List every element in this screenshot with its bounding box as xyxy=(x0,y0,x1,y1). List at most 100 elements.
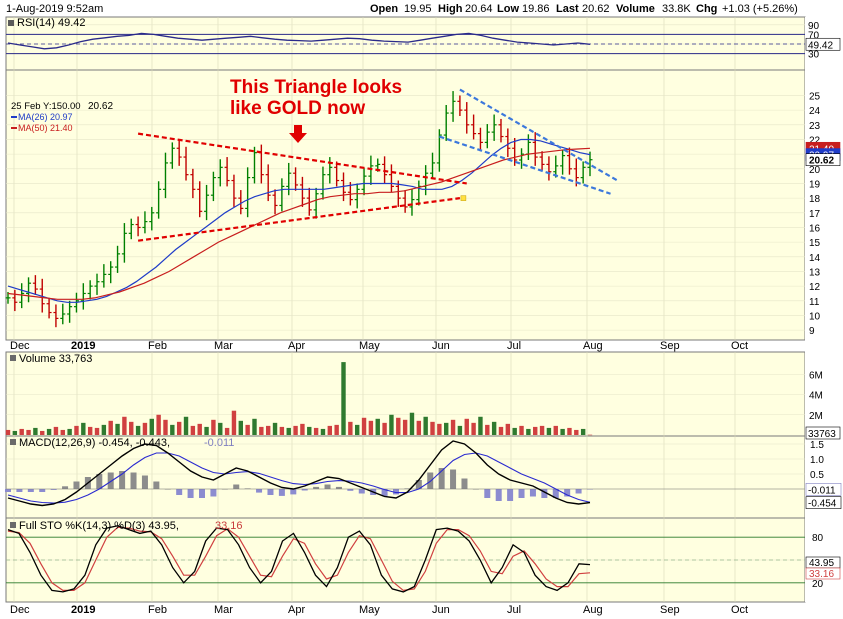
bottom-month-label: Dec xyxy=(10,604,30,616)
price-tick-label: 13 xyxy=(809,267,821,278)
stock-chart: 1-Aug-2019 9:52am Open 19.95 High 20.64 … xyxy=(5,3,842,616)
sto-legend-text: Full STO %K(14,3) %D(3) 43.95, xyxy=(19,520,179,532)
price-month-label: Aug xyxy=(583,340,603,352)
volume-bar xyxy=(224,427,230,435)
volume-bar xyxy=(567,427,572,435)
macd-histogram-bar xyxy=(153,481,160,489)
bottom-month-label: Jul xyxy=(507,604,521,616)
price-month-label: Apr xyxy=(288,340,305,352)
volume-bar xyxy=(190,425,196,435)
macd-right-tag: -0.011 xyxy=(808,485,836,496)
volume-bar xyxy=(218,422,223,435)
header-open-label: Open xyxy=(370,3,398,15)
volume-bar xyxy=(211,419,216,435)
price-tick-label: 23 xyxy=(809,121,821,132)
volume-legend-text: Volume 33,763 xyxy=(19,353,92,365)
price-month-label: 2019 xyxy=(71,340,95,352)
price-tick-label: 16 xyxy=(809,223,821,234)
bottom-month-label: Apr xyxy=(288,604,305,616)
volume-bar xyxy=(26,429,31,435)
macd-histogram-bar xyxy=(62,486,69,489)
volume-bar xyxy=(74,425,79,435)
volume-bar xyxy=(526,428,531,435)
macd-histogram-bar xyxy=(529,489,536,497)
price-tick-label: 10 xyxy=(809,311,821,322)
volume-bar xyxy=(245,424,250,435)
volume-bar xyxy=(485,424,490,435)
volume-bar xyxy=(402,419,408,435)
volume-bar xyxy=(471,422,476,435)
volume-bar xyxy=(142,422,148,435)
volume-bar xyxy=(355,424,360,435)
macd-histogram-bar xyxy=(518,489,525,498)
volume-bar xyxy=(478,416,483,435)
price-tick-label: 24 xyxy=(809,106,821,117)
bottom-month-label: Mar xyxy=(214,604,233,616)
volume-bar xyxy=(430,421,435,435)
volume-bar xyxy=(313,427,319,435)
macd-right-tag: -0.454 xyxy=(808,499,837,510)
volume-bar xyxy=(60,429,65,435)
volume-bar xyxy=(307,426,312,435)
volume-bar xyxy=(368,420,374,435)
header-last-value: 20.62 xyxy=(582,3,610,15)
volume-bar xyxy=(491,421,497,435)
volume-bar xyxy=(46,428,52,435)
price-right-tag: 20.62 xyxy=(809,156,834,167)
price-tick-label: 11 xyxy=(809,297,820,308)
volume-bar xyxy=(587,434,593,436)
volume-bar xyxy=(416,420,422,435)
macd-histogram-bar xyxy=(176,489,183,495)
header-low-label: Low xyxy=(497,3,519,15)
volume-bar xyxy=(389,414,394,435)
volume-bar xyxy=(156,414,161,435)
bottom-month-label: 2019 xyxy=(71,604,95,616)
annotation-line1: This Triangle looks xyxy=(230,77,402,98)
volume-tick-label: 2M xyxy=(809,411,823,422)
header-high-label: High xyxy=(438,3,463,15)
ma26-legend: MA(26) 20.97 xyxy=(18,112,73,122)
header-last-label: Last xyxy=(556,3,579,15)
macd-histogram-bar xyxy=(187,489,194,498)
volume-bar xyxy=(286,427,291,435)
volume-bar xyxy=(334,424,339,435)
volume-bar xyxy=(375,418,380,435)
volume-tick-label: 6M xyxy=(809,370,823,381)
macd-legend-text: MACD(12,26,9) -0.454, -0.443, xyxy=(19,437,170,449)
volume-bar xyxy=(163,419,168,435)
macd-tick-label: 1.0 xyxy=(810,455,824,466)
bottom-month-label: Jun xyxy=(432,604,450,616)
price-legend-last: 20.62 xyxy=(88,101,113,112)
macd-histogram-bar xyxy=(290,489,297,495)
volume-bar xyxy=(505,423,511,435)
volume-bar xyxy=(33,427,38,435)
rsi-legend: RSI(14) 49.42 xyxy=(8,17,85,29)
volume-bar xyxy=(149,418,154,435)
macd-histogram-bar xyxy=(256,489,263,493)
volume-bar xyxy=(135,425,141,435)
volume-bar xyxy=(115,423,120,435)
bottom-month-label: Oct xyxy=(731,604,748,616)
macd-histogram-bar xyxy=(267,489,274,495)
volume-tick-label: 4M xyxy=(809,391,823,402)
volume-bar xyxy=(272,422,278,435)
price-month-label: Oct xyxy=(731,340,748,352)
macd-histogram-bar xyxy=(461,478,468,489)
macd-tick-label: 0.5 xyxy=(810,470,824,481)
volume-bar xyxy=(498,426,504,435)
volume-bar xyxy=(396,417,401,435)
sto-right-tag: 33.16 xyxy=(809,569,834,580)
price-tick-label: 18 xyxy=(809,194,821,205)
volume-bar xyxy=(437,423,442,435)
price-tick-label: 15 xyxy=(809,238,821,249)
volume-bar xyxy=(94,427,100,435)
volume-bar xyxy=(5,429,11,435)
macd-histogram-bar xyxy=(5,489,11,492)
volume-bar xyxy=(539,425,545,435)
macd-histogram-bar xyxy=(324,484,331,489)
volume-bar xyxy=(12,430,18,435)
volume-bar xyxy=(183,416,189,435)
macd-histogram-bar xyxy=(313,486,320,489)
volume-bar xyxy=(81,422,86,435)
macd-histogram-bar xyxy=(507,489,514,501)
